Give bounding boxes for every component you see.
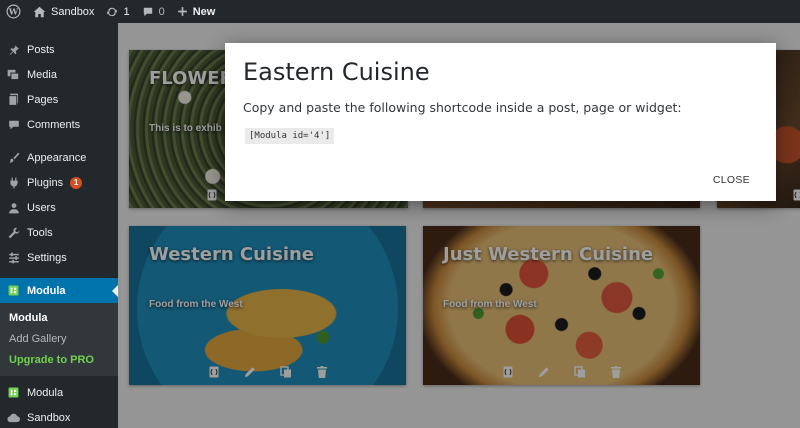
sidebar-item-label: Appearance [27, 151, 87, 164]
sidebar-item-modula[interactable]: Modula [0, 278, 118, 303]
settings-icon [7, 251, 20, 264]
sidebar-item-settings[interactable]: Settings [0, 245, 118, 270]
updates-link[interactable]: 1 [106, 5, 130, 18]
sidebar-item-label: Sandbox [27, 411, 71, 424]
modula-icon [7, 386, 20, 399]
sidebar-item-label: Plugins [27, 176, 64, 189]
admin-bar: W Sandbox 1 0 New [0, 0, 800, 23]
home-icon [33, 6, 46, 17]
pin-icon [7, 43, 20, 56]
svg-text:W: W [8, 7, 19, 17]
updates-icon [107, 7, 118, 16]
sidebar-item-label: Comments [27, 118, 81, 131]
modal-instructions: Copy and paste the following shortcode i… [243, 100, 682, 115]
plus-icon [177, 7, 187, 16]
sidebar-item-sandbox[interactable]: Sandbox [0, 405, 118, 428]
wordpress-logo-icon[interactable]: W [6, 4, 21, 19]
submenu-item-modula[interactable]: Modula [0, 307, 118, 328]
cloud-icon [7, 411, 20, 424]
submenu-item-add-gallery[interactable]: Add Gallery [0, 328, 118, 349]
sidebar-item-label: Modula [27, 284, 66, 297]
site-name-link[interactable]: Sandbox [33, 6, 94, 18]
sidebar-item-users[interactable]: Users [0, 195, 118, 220]
comments-count: 0 [158, 5, 165, 18]
close-button[interactable]: CLOSE [713, 174, 750, 186]
plug-icon [7, 176, 20, 189]
sidebar-item-pages[interactable]: Pages [0, 87, 118, 112]
sidebar-item-media[interactable]: Media [0, 62, 118, 87]
admin-sidebar: Posts Media Pages Comments Appearance Pl… [0, 23, 118, 428]
sidebar-item-label: Media [27, 68, 57, 81]
sidebar-item-posts[interactable]: Posts [0, 37, 118, 62]
sidebar-item-label: Tools [27, 226, 53, 239]
sidebar-item-modula-2[interactable]: Modula [0, 380, 118, 405]
shortcode-text[interactable]: [Modula id='4'] [245, 128, 335, 144]
sidebar-item-label: Posts [27, 43, 55, 56]
sidebar-item-comments[interactable]: Comments [0, 112, 118, 137]
comment-icon [143, 7, 152, 16]
updates-count: 1 [123, 5, 130, 18]
sidebar-item-plugins[interactable]: Plugins 1 [0, 170, 118, 195]
modula-icon [7, 284, 20, 297]
comments-icon [7, 118, 20, 131]
sidebar-item-label: Settings [27, 251, 67, 264]
sidebar-item-tools[interactable]: Tools [0, 220, 118, 245]
sidebar-item-label: Users [27, 201, 56, 214]
modal-title: Eastern Cuisine [243, 58, 430, 86]
submenu-item-upgrade[interactable]: Upgrade to PRO [0, 349, 118, 370]
shortcode-modal: Eastern Cuisine Copy and paste the follo… [225, 43, 776, 201]
plugins-update-badge: 1 [70, 176, 83, 189]
brush-icon [7, 151, 20, 164]
media-icon [7, 68, 20, 81]
sidebar-item-label: Pages [27, 93, 59, 106]
site-name: Sandbox [51, 5, 95, 18]
new-content-link[interactable]: New [177, 5, 216, 18]
user-icon [7, 201, 20, 214]
new-label: New [192, 5, 216, 18]
pages-icon [7, 93, 20, 106]
wrench-icon [7, 226, 20, 239]
modula-submenu: Modula Add Gallery Upgrade to PRO [0, 303, 118, 376]
sidebar-item-appearance[interactable]: Appearance [0, 145, 118, 170]
sidebar-item-label: Modula [27, 386, 64, 399]
comments-link[interactable]: 0 [142, 6, 165, 18]
